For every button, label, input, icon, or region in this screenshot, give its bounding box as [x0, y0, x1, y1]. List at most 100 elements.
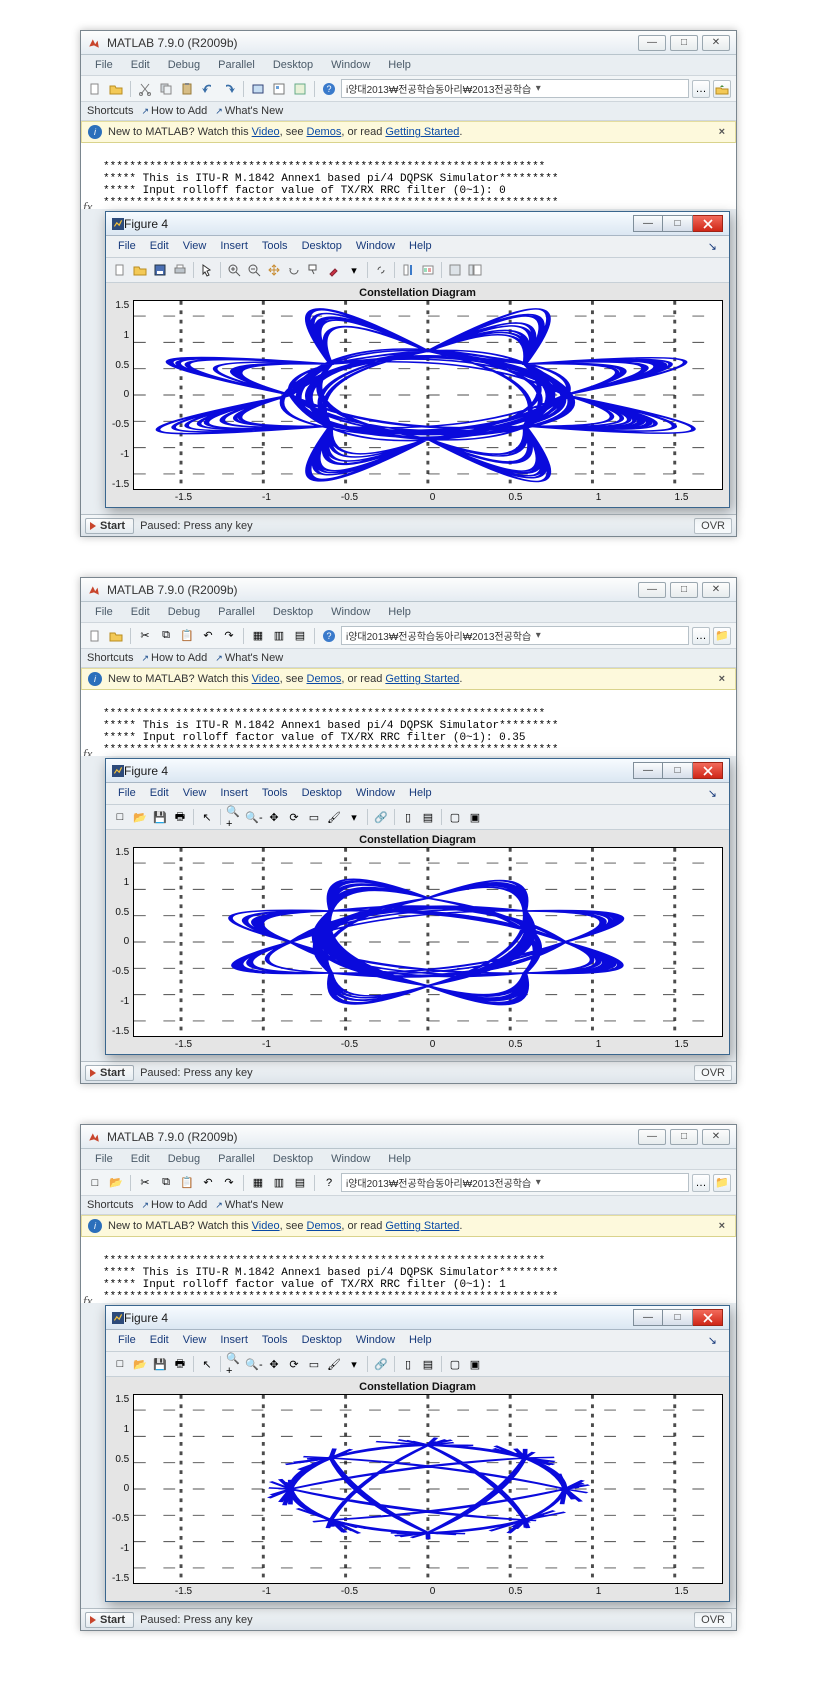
undo-icon[interactable]	[199, 80, 217, 98]
figure-close-button[interactable]	[693, 1309, 723, 1326]
brush-dd-icon[interactable]: ▾	[345, 808, 363, 826]
menu-help[interactable]: Help	[380, 57, 419, 73]
menu-desktop[interactable]: Desktop	[265, 1151, 321, 1167]
fig-menu-file[interactable]: File	[112, 238, 142, 255]
figure-close-button[interactable]	[693, 762, 723, 779]
redo-icon[interactable]: ↷	[220, 1174, 238, 1192]
zoom-out-icon[interactable]: 🔍-	[245, 808, 263, 826]
menu-file[interactable]: File	[87, 604, 121, 620]
video-link[interactable]: Video	[252, 673, 280, 685]
fig-menu-window[interactable]: Window	[350, 1332, 401, 1349]
colorbar-icon[interactable]: ▯	[399, 808, 417, 826]
print-icon[interactable]: 🖶	[171, 1355, 189, 1373]
howto-link[interactable]: ↗How to Add	[141, 105, 207, 117]
new-fig-icon[interactable]: □	[111, 808, 129, 826]
rotate-icon[interactable]	[285, 261, 303, 279]
legend-icon[interactable]	[419, 261, 437, 279]
legend-icon[interactable]: ▤	[419, 808, 437, 826]
new-icon[interactable]	[86, 627, 104, 645]
help-icon[interactable]: ?	[320, 80, 338, 98]
fig-menu-view[interactable]: View	[177, 238, 213, 255]
up-folder-button[interactable]: 📁	[713, 1174, 731, 1192]
brush-dd-icon[interactable]: ▾	[345, 261, 363, 279]
whatsnew-link[interactable]: ↗What's New	[215, 652, 283, 664]
menu-edit[interactable]: Edit	[123, 57, 158, 73]
menu-edit[interactable]: Edit	[123, 1151, 158, 1167]
fig-menu-help[interactable]: Help	[403, 238, 438, 255]
menu-help[interactable]: Help	[380, 604, 419, 620]
menu-parallel[interactable]: Parallel	[210, 604, 263, 620]
howto-link[interactable]: ↗How to Add	[141, 652, 207, 664]
figure-maximize-button[interactable]: □	[663, 762, 693, 779]
link-icon[interactable]	[372, 261, 390, 279]
profiler-icon[interactable]: ▤	[291, 627, 309, 645]
copy-icon[interactable]: ⧉	[157, 627, 175, 645]
fig-menu-file[interactable]: File	[112, 1332, 142, 1349]
brush-dd-icon[interactable]: ▾	[345, 1355, 363, 1373]
maximize-button[interactable]: □	[670, 1129, 698, 1145]
figure-dock-icon[interactable]: ↘	[702, 785, 723, 802]
banner-close-button[interactable]: ×	[715, 126, 729, 138]
pointer-icon[interactable]: ↖	[198, 1355, 216, 1373]
start-button[interactable]: Start	[85, 1065, 134, 1081]
undo-icon[interactable]: ↶	[199, 627, 217, 645]
menu-file[interactable]: File	[87, 57, 121, 73]
figure-dock-icon[interactable]: ↘	[702, 1332, 723, 1349]
print-icon[interactable]	[171, 261, 189, 279]
current-folder-path[interactable]: i양대2013₩전공학습동아리₩2013전공학습▾	[341, 79, 689, 98]
whatsnew-link[interactable]: ↗What's New	[215, 105, 283, 117]
print-icon[interactable]: 🖶	[171, 808, 189, 826]
save-fig-icon[interactable]	[151, 261, 169, 279]
close-button[interactable]: ✕	[702, 35, 730, 51]
datatip-icon[interactable]: ▭	[305, 1355, 323, 1373]
save-fig-icon[interactable]: 💾	[151, 808, 169, 826]
guide-icon[interactable]: ▥	[270, 1174, 288, 1192]
figure-maximize-button[interactable]: □	[663, 215, 693, 232]
browse-folder-button[interactable]: …	[692, 80, 710, 98]
axes-box[interactable]	[133, 1394, 723, 1584]
open-fig-icon[interactable]: 📂	[131, 1355, 149, 1373]
up-folder-button[interactable]: 📁	[713, 627, 731, 645]
simulink-icon[interactable]: ▦	[249, 1174, 267, 1192]
menu-edit[interactable]: Edit	[123, 604, 158, 620]
fig-menu-window[interactable]: Window	[350, 785, 401, 802]
fig-menu-insert[interactable]: Insert	[214, 785, 254, 802]
guide-icon[interactable]	[270, 80, 288, 98]
zoom-in-icon[interactable]: 🔍+	[225, 808, 243, 826]
figure-minimize-button[interactable]: —	[633, 215, 663, 232]
new-icon[interactable]: □	[86, 1174, 104, 1192]
undo-icon[interactable]: ↶	[199, 1174, 217, 1192]
help-icon[interactable]: ?	[320, 627, 338, 645]
fig-menu-desktop[interactable]: Desktop	[296, 238, 348, 255]
command-window[interactable]: ****************************************…	[81, 143, 736, 209]
redo-icon[interactable]	[220, 80, 238, 98]
menu-debug[interactable]: Debug	[160, 57, 208, 73]
open-fig-icon[interactable]	[131, 261, 149, 279]
figure-minimize-button[interactable]: —	[633, 1309, 663, 1326]
link-icon[interactable]: 🔗	[372, 808, 390, 826]
brush-icon[interactable]	[325, 261, 343, 279]
demos-link[interactable]: Demos	[307, 1220, 342, 1232]
demos-link[interactable]: Demos	[307, 673, 342, 685]
zoom-out-icon[interactable]: 🔍-	[245, 1355, 263, 1373]
menu-parallel[interactable]: Parallel	[210, 1151, 263, 1167]
link-icon[interactable]: 🔗	[372, 1355, 390, 1373]
close-button[interactable]: ✕	[702, 582, 730, 598]
brush-icon[interactable]: 🖌	[325, 1355, 343, 1373]
simulink-icon[interactable]	[249, 80, 267, 98]
menu-debug[interactable]: Debug	[160, 1151, 208, 1167]
fig-menu-window[interactable]: Window	[350, 238, 401, 255]
paste-icon[interactable]: 📋	[178, 1174, 196, 1192]
menu-debug[interactable]: Debug	[160, 604, 208, 620]
profiler-icon[interactable]: ▤	[291, 1174, 309, 1192]
figure-minimize-button[interactable]: —	[633, 762, 663, 779]
show-tools-icon[interactable]: ▣	[466, 1355, 484, 1373]
hide-tools-icon[interactable]	[446, 261, 464, 279]
up-folder-button[interactable]	[713, 80, 731, 98]
menu-desktop[interactable]: Desktop	[265, 604, 321, 620]
fig-menu-tools[interactable]: Tools	[256, 238, 294, 255]
fig-menu-desktop[interactable]: Desktop	[296, 1332, 348, 1349]
figure-maximize-button[interactable]: □	[663, 1309, 693, 1326]
pan-icon[interactable]: ✥	[265, 1355, 283, 1373]
command-window[interactable]: ****************************************…	[81, 690, 736, 756]
